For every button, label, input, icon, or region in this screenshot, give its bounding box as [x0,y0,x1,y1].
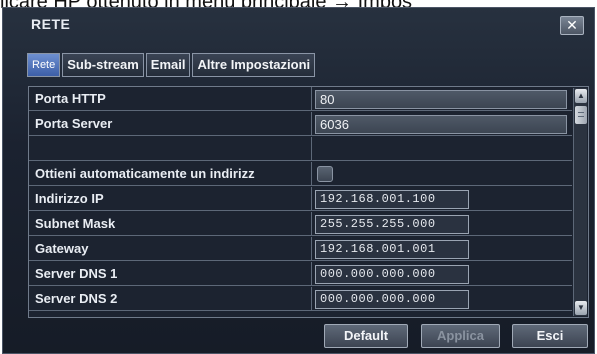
http-port-input[interactable]: 80 [315,90,567,109]
tab-email[interactable]: Email [145,53,191,77]
row-label: Server DNS 1 [35,266,118,281]
row-dhcp: Ottieni automaticamente un indirizz [29,162,572,186]
row-gateway: Gateway 192.168.001.001 [29,237,572,261]
dhcp-checkbox[interactable] [317,166,333,182]
tab-rete[interactable]: Rete [27,53,61,77]
tab-bar: Rete Sub-stream Email Altre Impostazioni [27,53,317,77]
row-label: Porta Server [35,116,113,131]
settings-panel: Porta HTTP 80 Porta Server 6036 Ottieni … [28,86,589,318]
dns1-input[interactable]: 000.000.000.000 [315,265,469,284]
row-label: Server DNS 2 [35,291,118,306]
default-button[interactable]: Default [324,324,408,348]
gateway-input[interactable]: 192.168.001.001 [315,240,469,259]
arrow-down-icon[interactable]: ▼ [575,301,587,315]
row-label: Gateway [35,241,89,256]
row-subnet-mask: Subnet Mask 255.255.255.000 [29,212,572,236]
row-label: Ottieni automaticamente un indirizz [35,166,255,181]
row-empty [29,137,572,161]
ip-address-input[interactable]: 192.168.001.100 [315,190,469,209]
row-http-port: Porta HTTP 80 [29,87,572,111]
tab-sub-stream[interactable]: Sub-stream [62,53,144,77]
row-label: Indirizzo IP [35,191,104,206]
server-port-input[interactable]: 6036 [315,115,567,134]
arrow-up-icon[interactable]: ▲ [575,89,587,103]
apply-button[interactable]: Applica [421,324,500,348]
row-server-port: Porta Server 6036 [29,112,572,136]
close-button[interactable]: ✕ [560,16,584,35]
close-icon: ✕ [566,17,578,33]
row-ip-address: Indirizzo IP 192.168.001.100 [29,187,572,211]
network-settings-dialog: RETE ✕ Rete Sub-stream Email Altre Impos… [2,7,595,354]
tab-altre-impostazioni[interactable]: Altre Impostazioni [192,53,316,77]
scrollbar[interactable]: ▲ ▼ [573,88,587,316]
row-dns2: Server DNS 2 000.000.000.000 [29,287,572,311]
dns2-input[interactable]: 000.000.000.000 [315,290,469,309]
scroll-thumb[interactable] [575,106,587,124]
row-label: Subnet Mask [35,216,116,231]
exit-button[interactable]: Esci [512,324,588,348]
row-label: Porta HTTP [35,91,106,106]
row-dns1: Server DNS 1 000.000.000.000 [29,262,572,286]
subnet-mask-input[interactable]: 255.255.255.000 [315,215,469,234]
button-bar: Default Applica Esci [3,324,596,350]
dialog-title: RETE [31,16,71,32]
